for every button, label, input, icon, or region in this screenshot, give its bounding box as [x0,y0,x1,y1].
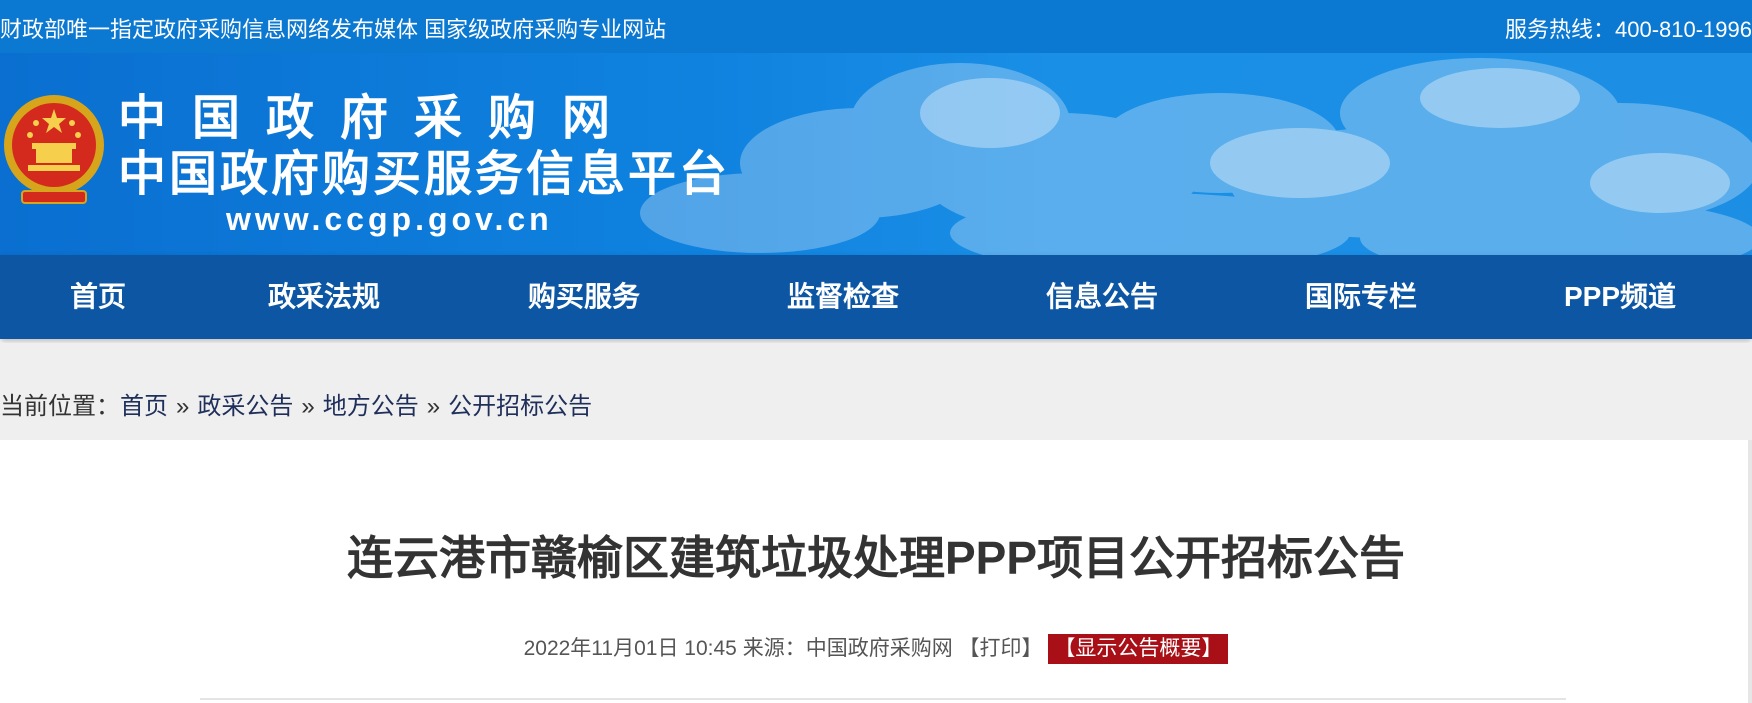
nav-item-home[interactable]: 首页 [70,255,126,339]
nav-item-regulations[interactable]: 政采法规 [268,255,380,339]
site-slogan: 财政部唯一指定政府采购信息网络发布媒体 国家级政府采购专业网站 [0,17,667,42]
site-logo-title: 中国政府采购网 [118,92,637,145]
print-link[interactable]: 【打印】 [959,637,1043,660]
breadcrumb-separator: » [426,393,441,420]
nav-item-announcements[interactable]: 信息公告 [1046,255,1158,339]
site-banner: 中国政府采购网 中国政府购买服务信息平台 www.ccgp.gov.cn [0,53,1752,255]
breadcrumb-current[interactable]: 公开招标公告 [448,393,592,420]
nav-item-purchase-services[interactable]: 购买服务 [528,255,640,339]
breadcrumb-home[interactable]: 首页 [120,393,168,420]
top-info-bar: 财政部唯一指定政府采购信息网络发布媒体 国家级政府采购专业网站 服务热线：400… [0,0,1752,53]
site-logo-url: www.ccgp.gov.cn [226,201,553,237]
service-hotline: 服务热线：400-810-1996 [1504,17,1752,42]
main-nav: 首页 政采法规 购买服务 监督检查 信息公告 国际专栏 PPP频道 [0,255,1752,339]
breadcrumb-bar: 当前位置：首页 » 政采公告 » 地方公告 » 公开招标公告 [0,343,1752,440]
nav-item-ppp[interactable]: PPP频道 [1564,255,1676,339]
breadcrumb-separator: » [301,393,315,420]
breadcrumb-prefix: 当前位置： [0,393,120,420]
breadcrumb-separator: » [176,393,190,420]
publish-datetime: 2022年11月01日 10:45 [523,637,737,660]
source-label: 来源： [742,637,806,660]
nav-item-supervision[interactable]: 监督检查 [787,255,899,339]
breadcrumb-local[interactable]: 地方公告 [323,393,419,420]
show-summary-button[interactable]: 【显示公告概要】 [1048,634,1229,664]
national-emblem-icon [4,95,104,204]
article-title: 连云港市赣榆区建筑垃圾处理PPP项目公开招标公告 [346,532,1406,584]
nav-item-international[interactable]: 国际专栏 [1305,255,1417,339]
breadcrumb: 当前位置：首页 » 政采公告 » 地方公告 » 公开招标公告 [0,391,592,423]
site-logo-subtitle: 中国政府购买服务信息平台 [118,148,731,201]
article-meta: 2022年11月01日 10:45 来源：中国政府采购网 【打印】 【显示公告概… [0,634,1752,664]
breadcrumb-procurement[interactable]: 政采公告 [197,393,293,420]
article-panel: 连云港市赣榆区建筑垃圾处理PPP项目公开招标公告 2022年11月01日 10:… [0,440,1752,703]
divider [200,698,1566,700]
source-name: 中国政府采购网 [805,637,953,660]
